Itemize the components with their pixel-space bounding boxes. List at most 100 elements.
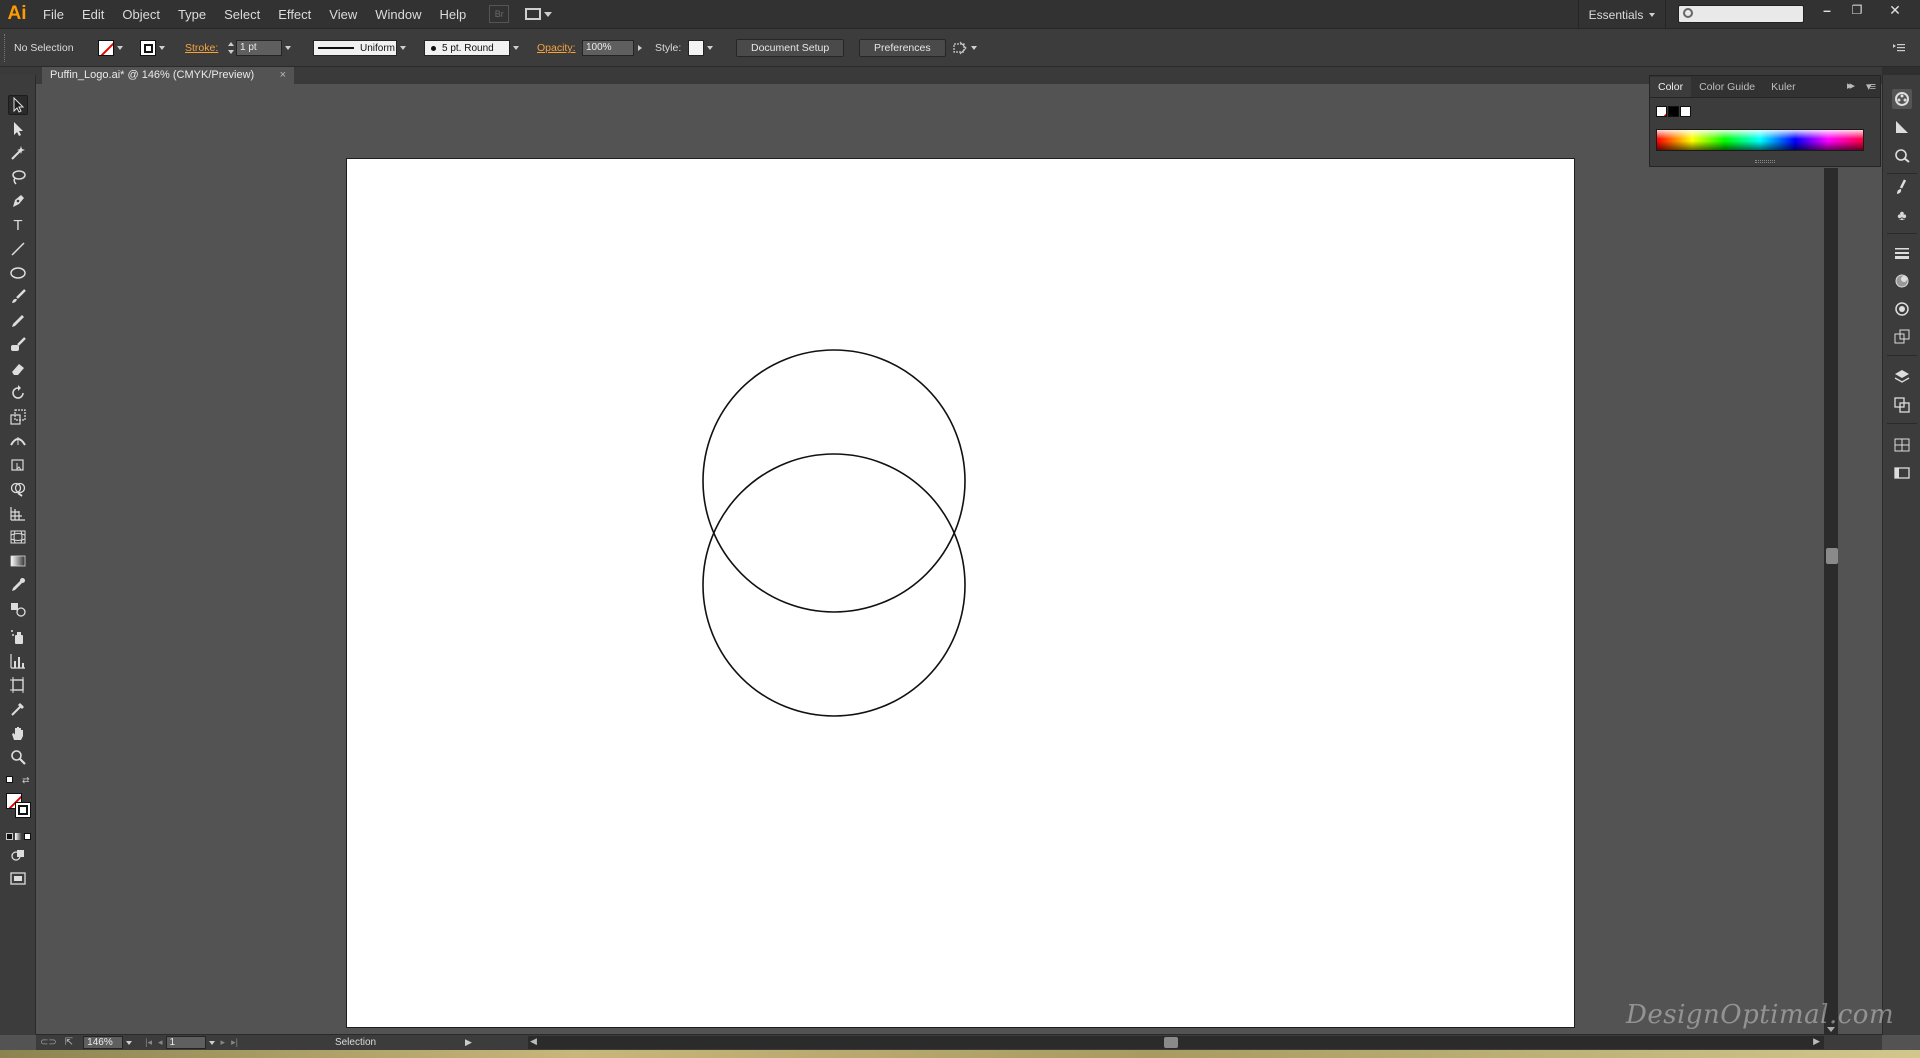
next-artboard-button[interactable]: ▸: [221, 1037, 226, 1048]
search-box[interactable]: [1678, 5, 1804, 23]
chevron-down-icon[interactable]: [282, 40, 294, 56]
bridge-button[interactable]: Br: [489, 5, 510, 23]
status-menu-arrow[interactable]: ▶: [465, 1037, 472, 1048]
dock-header[interactable]: [1882, 67, 1920, 75]
chevron-right-icon[interactable]: [632, 42, 648, 54]
none-swatch[interactable]: [1656, 106, 1667, 117]
stroke-label[interactable]: Stroke:: [185, 29, 218, 67]
panel-resize-grip[interactable]: [1755, 160, 1775, 163]
artboard-tool-icon[interactable]: [8, 675, 28, 695]
color-mode-icon[interactable]: [6, 833, 13, 840]
variable-width-field[interactable]: Uniform: [313, 40, 397, 56]
workspace-switcher[interactable]: Essentials: [1578, 0, 1666, 29]
search-input[interactable]: [1697, 7, 1801, 21]
rotate-tool-icon[interactable]: [8, 383, 28, 403]
brushes-icon[interactable]: [1892, 177, 1912, 197]
arrange-documents-button[interactable]: [525, 5, 555, 23]
chevron-down-icon[interactable]: [114, 40, 126, 56]
stroke-indicator[interactable]: [15, 802, 31, 818]
black-swatch[interactable]: [1668, 106, 1679, 117]
menu-view[interactable]: View: [320, 0, 366, 29]
stroke-swatch[interactable]: [140, 40, 156, 56]
chevron-down-icon[interactable]: [156, 40, 168, 56]
transform-icon[interactable]: [1892, 463, 1912, 483]
tab-color-guide[interactable]: Color Guide: [1691, 77, 1763, 97]
expand-panel-icon[interactable]: ▸▸: [1847, 79, 1855, 92]
shape-builder-tool-icon[interactable]: [8, 479, 28, 499]
opacity-field[interactable]: 100%: [582, 40, 634, 56]
artboard-nav-icon[interactable]: ⊂⊃: [40, 1037, 57, 1048]
white-swatch[interactable]: [1680, 106, 1691, 117]
appearance-icon[interactable]: [1892, 145, 1912, 165]
graphic-style-swatch[interactable]: [688, 40, 704, 56]
menu-object[interactable]: Object: [113, 0, 169, 29]
preferences-button[interactable]: Preferences: [859, 39, 946, 57]
scroll-left-arrow[interactable]: ◀: [530, 1036, 537, 1047]
circle-top[interactable]: [702, 349, 966, 613]
horizontal-scroll-thumb[interactable]: [1164, 1037, 1178, 1048]
menu-type[interactable]: Type: [169, 0, 215, 29]
menu-help[interactable]: Help: [430, 0, 475, 29]
color-panel-icon[interactable]: [1892, 89, 1912, 109]
document-tab[interactable]: Puffin_Logo.ai* @ 146% (CMYK/Preview) ×: [42, 67, 294, 84]
panel-menu-icon[interactable]: ▾≡: [1866, 80, 1876, 93]
gradient-icon[interactable]: [1892, 271, 1912, 291]
close-tab-button[interactable]: ×: [280, 67, 286, 84]
eyedropper-tool-icon[interactable]: [8, 575, 28, 595]
color-spectrum[interactable]: [1656, 129, 1864, 151]
brush-definition-field[interactable]: 5 pt. Round: [424, 40, 510, 56]
transform-options-control[interactable]: [952, 29, 980, 67]
previous-artboard-button[interactable]: ◂: [158, 1037, 163, 1048]
align-icon[interactable]: [1892, 435, 1912, 455]
magic-wand-tool-icon[interactable]: [8, 143, 28, 163]
pencil-tool-icon[interactable]: [8, 311, 28, 331]
blob-brush-tool-icon[interactable]: [8, 335, 28, 355]
zoom-field[interactable]: 146%: [83, 1036, 124, 1049]
variable-width-profile[interactable]: Uniform: [313, 29, 409, 67]
eraser-tool-icon[interactable]: [8, 359, 28, 379]
paintbrush-tool-icon[interactable]: [8, 287, 28, 307]
mesh-tool-icon[interactable]: [8, 527, 28, 547]
tab-kuler[interactable]: Kuler: [1763, 77, 1804, 97]
document-setup-button[interactable]: Document Setup: [736, 39, 845, 57]
graph-tool-icon[interactable]: [8, 651, 28, 671]
control-bar-grip[interactable]: [4, 34, 8, 62]
artboard[interactable]: [346, 158, 1575, 1028]
brush-definition[interactable]: 5 pt. Round: [424, 29, 522, 67]
opacity-label[interactable]: Opacity:: [537, 29, 576, 67]
fill-stroke-indicator[interactable]: [6, 793, 32, 819]
perspective-grid-tool-icon[interactable]: [8, 503, 28, 523]
symbols-icon[interactable]: ♣: [1892, 205, 1912, 225]
line-tool-icon[interactable]: [8, 239, 28, 259]
menu-file[interactable]: File: [34, 0, 73, 29]
width-tool-icon[interactable]: [8, 431, 28, 451]
stroke-icon[interactable]: [1892, 243, 1912, 263]
vertical-scrollbar[interactable]: [1824, 168, 1838, 1034]
type-tool-icon[interactable]: T: [8, 215, 28, 235]
blend-tool-icon[interactable]: [8, 599, 28, 619]
circle-bottom[interactable]: [702, 453, 966, 717]
zoom-tool-icon[interactable]: [8, 747, 28, 767]
graphic-styles-icon[interactable]: [1892, 327, 1912, 347]
menu-window[interactable]: Window: [366, 0, 430, 29]
none-mode-icon[interactable]: [24, 833, 31, 840]
scroll-right-arrow[interactable]: ▶: [1813, 1036, 1820, 1047]
toolbar-header[interactable]: [0, 67, 36, 75]
ellipse-tool-icon[interactable]: [8, 263, 28, 283]
stroke-weight-stepper[interactable]: [226, 40, 236, 56]
opacity-control[interactable]: 100%: [582, 29, 646, 67]
fill-swatch-control[interactable]: [98, 29, 126, 67]
artboard-number-field[interactable]: 1: [165, 1036, 206, 1049]
vertical-scroll-thumb[interactable]: [1826, 548, 1838, 564]
drawing-modes-icon[interactable]: [8, 845, 28, 865]
chevron-down-icon[interactable]: [206, 1035, 218, 1051]
scale-tool-icon[interactable]: [8, 407, 28, 427]
chevron-down-icon[interactable]: [123, 1035, 135, 1051]
menu-effect[interactable]: Effect: [269, 0, 320, 29]
selection-tool-icon[interactable]: [8, 95, 28, 115]
menu-select[interactable]: Select: [215, 0, 269, 29]
minimize-button[interactable]: –: [1812, 0, 1842, 20]
stroke-swatch-control[interactable]: [140, 29, 168, 67]
symbol-sprayer-tool-icon[interactable]: [8, 627, 28, 647]
graphic-style-control[interactable]: [688, 29, 716, 67]
